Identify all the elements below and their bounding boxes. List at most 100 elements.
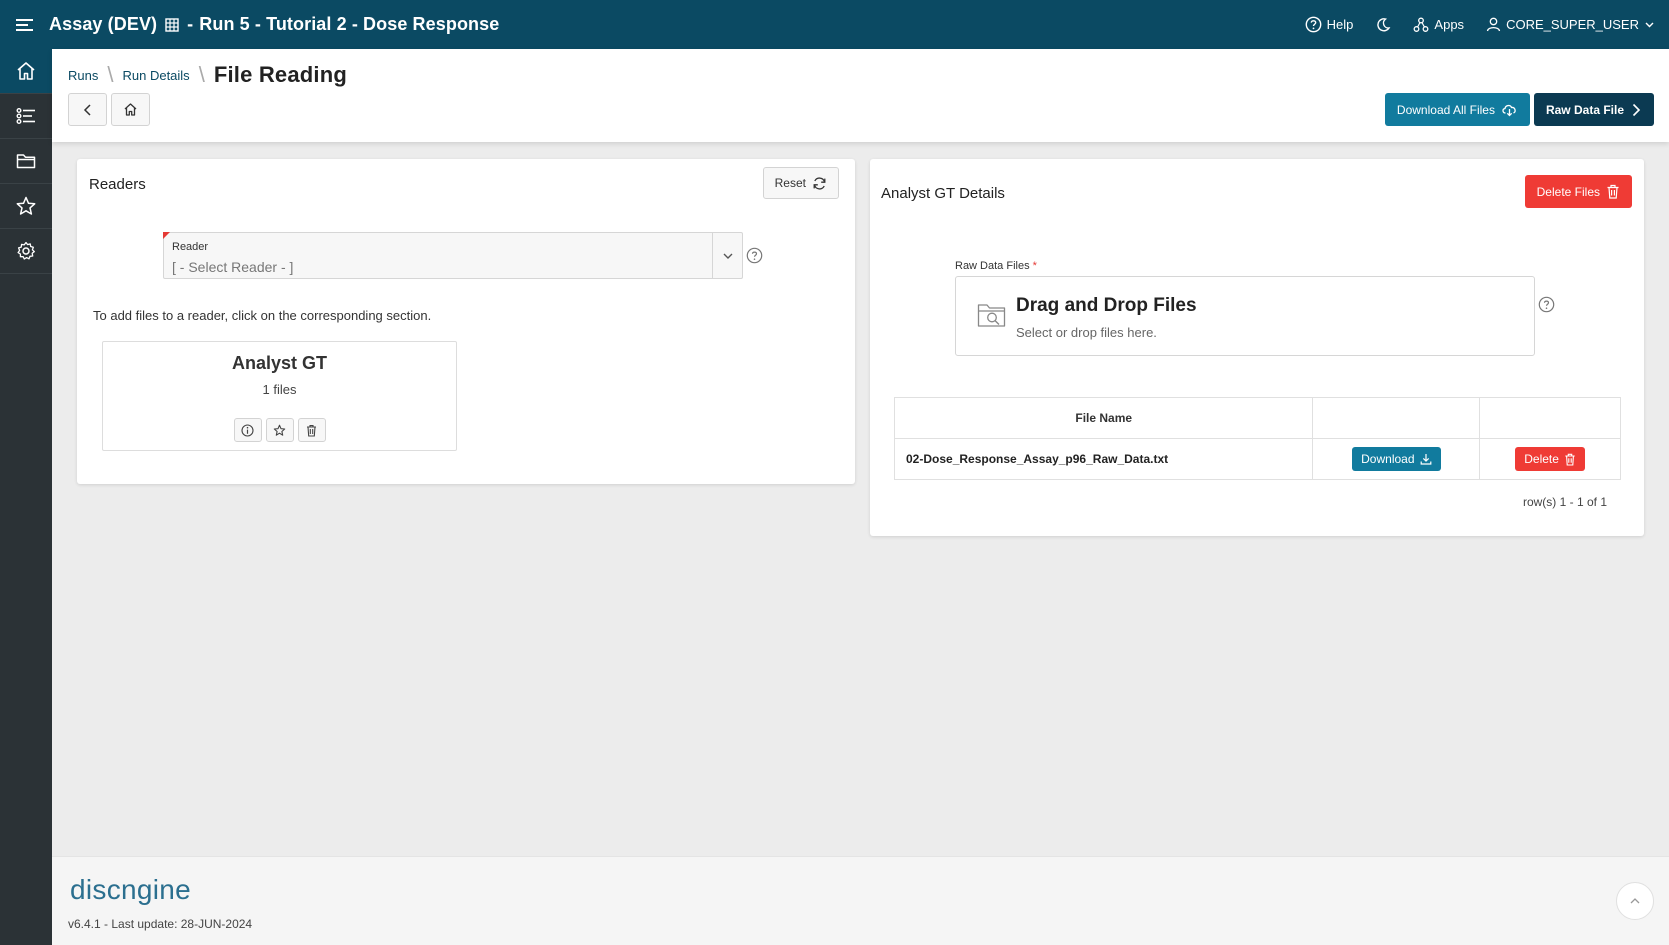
pagination-info: row(s) 1 - 1 of 1 — [1522, 495, 1607, 509]
reader-tile-count: 1 files — [262, 382, 297, 397]
dropzone-title: Drag and Drop Files — [1016, 295, 1197, 316]
reader-select-value: [ - Select Reader - ] — [172, 259, 294, 275]
chevron-down-icon — [723, 253, 732, 259]
refresh-icon — [813, 176, 826, 190]
reader-delete-button[interactable] — [297, 418, 326, 442]
help-icon[interactable] — [746, 247, 763, 264]
breadcrumb-run-details[interactable]: Run Details — [122, 68, 189, 83]
moon-icon — [1377, 17, 1391, 31]
app-title: Assay (DEV) - Run 5 - Tutorial 2 - Dose … — [49, 14, 499, 35]
breadcrumb-separator: \ — [198, 62, 205, 87]
details-card: Analyst GT Details Delete Files Raw Data… — [870, 159, 1644, 536]
details-title: Analyst GT Details — [881, 185, 1005, 202]
download-all-files-button[interactable]: Download All Files — [1384, 93, 1530, 126]
reader-select-label: Reader — [172, 241, 209, 253]
download-label: Download — [1361, 452, 1415, 466]
column-header-delete — [1479, 397, 1621, 439]
column-header-file-name[interactable]: File Name — [893, 397, 1314, 439]
breadcrumb: Runs \ Run Details \ File Reading — [68, 62, 347, 88]
back-button[interactable] — [68, 93, 107, 126]
folder-search-icon — [977, 304, 1006, 327]
help-label: Help — [1326, 17, 1354, 32]
footer: discngine v6.4.1 - Last update: 28-JUN-2… — [52, 856, 1669, 945]
table-header-row: File Name — [893, 397, 1621, 439]
reader-favorite-button[interactable] — [265, 418, 294, 442]
reader-select-toggle[interactable] — [712, 233, 742, 278]
help-circle-icon — [1305, 16, 1322, 33]
list-icon — [16, 108, 35, 124]
reader-tile-analyst-gt[interactable]: Analyst GT 1 files — [102, 341, 457, 451]
home-icon — [17, 62, 35, 80]
readers-card: Readers Reset Reader [ - Select Reader -… — [77, 159, 855, 484]
gear-icon — [17, 241, 35, 260]
delete-file-button[interactable]: Delete — [1515, 447, 1585, 471]
reader-info-button[interactable] — [233, 418, 262, 442]
folder-icon — [16, 154, 36, 169]
download-all-label: Download All Files — [1396, 102, 1495, 117]
reader-tile-name: Analyst GT — [231, 353, 328, 373]
menu-toggle-button[interactable] — [0, 0, 49, 49]
user-menu[interactable]: CORE_SUPER_USER — [1486, 17, 1655, 32]
cloud-download-icon — [1502, 104, 1516, 117]
sidebar-item-home[interactable] — [0, 49, 52, 94]
files-table: File Name 02-Dose_Response_Assay_p96_Raw… — [893, 397, 1621, 480]
download-cell: Download — [1312, 438, 1481, 480]
top-bar: Assay (DEV) - Run 5 - Tutorial 2 - Dose … — [0, 0, 1669, 49]
grid-icon[interactable] — [165, 17, 179, 32]
download-file-button[interactable]: Download — [1352, 447, 1441, 471]
delete-files-button[interactable]: Delete Files — [1524, 175, 1632, 208]
sidebar — [0, 49, 52, 945]
chevron-right-icon — [1632, 103, 1641, 116]
page-header: Runs \ Run Details \ File Reading Downlo… — [52, 49, 1669, 142]
reader-hint: To add files to a reader, click on the c… — [93, 308, 432, 323]
reader-select[interactable]: Reader [ - Select Reader - ] — [163, 232, 743, 279]
delete-label: Delete — [1524, 452, 1559, 466]
breadcrumb-separator: \ — [107, 62, 114, 87]
reset-button[interactable]: Reset — [762, 167, 839, 199]
required-marker — [163, 232, 170, 239]
theme-toggle-button[interactable] — [1375, 17, 1391, 33]
trash-icon — [1607, 184, 1619, 199]
info-icon — [241, 423, 254, 437]
run-title: Run 5 - Tutorial 2 - Dose Response — [199, 14, 500, 34]
file-name-cell: 02-Dose_Response_Assay_p96_Raw_Data.txt — [893, 438, 1314, 480]
dropzone-subtitle: Select or drop files here. — [1016, 325, 1157, 340]
home-button[interactable] — [111, 93, 150, 126]
breadcrumb-runs[interactable]: Runs — [68, 68, 98, 83]
delete-files-label: Delete Files — [1536, 184, 1600, 199]
sidebar-item-settings[interactable] — [0, 229, 52, 274]
file-dropzone[interactable]: Drag and Drop Files Select or drop files… — [955, 276, 1535, 356]
page-title: File Reading — [213, 62, 348, 87]
apps-menu[interactable]: Apps — [1413, 17, 1464, 33]
hamburger-icon — [15, 18, 33, 31]
delete-cell: Delete — [1479, 438, 1621, 480]
star-icon — [16, 196, 36, 215]
raw-data-file-button[interactable]: Raw Data File — [1533, 93, 1654, 126]
discngine-logo: discngine — [70, 874, 192, 905]
home-icon — [124, 103, 137, 116]
raw-data-files-label: Raw Data Files * — [955, 260, 1037, 272]
app-name[interactable]: Assay (DEV) — [49, 14, 157, 35]
help-link[interactable]: Help — [1305, 16, 1354, 33]
raw-data-file-label: Raw Data File — [1545, 102, 1624, 117]
separator-dash: - — [187, 14, 194, 34]
help-icon[interactable] — [1538, 296, 1555, 313]
user-label: CORE_SUPER_USER — [1506, 17, 1639, 32]
chevron-left-icon — [83, 103, 91, 116]
table-row: 02-Dose_Response_Assay_p96_Raw_Data.txt … — [893, 438, 1621, 480]
chevron-up-icon — [1630, 898, 1640, 904]
trash-icon — [1565, 453, 1575, 466]
scroll-to-top-button[interactable] — [1616, 882, 1654, 920]
sidebar-item-favorites[interactable] — [0, 184, 52, 229]
apps-label: Apps — [1434, 17, 1465, 32]
version-info: v6.4.1 - Last update: 28-JUN-2024 — [68, 917, 253, 931]
sidebar-item-files[interactable] — [0, 139, 52, 184]
reset-label: Reset — [774, 176, 806, 190]
column-header-download — [1312, 397, 1481, 439]
apps-icon — [1413, 17, 1429, 32]
user-icon — [1486, 17, 1501, 32]
sidebar-item-list[interactable] — [0, 94, 52, 139]
trash-icon — [307, 424, 316, 437]
download-icon — [1420, 454, 1431, 465]
star-icon — [273, 424, 286, 436]
